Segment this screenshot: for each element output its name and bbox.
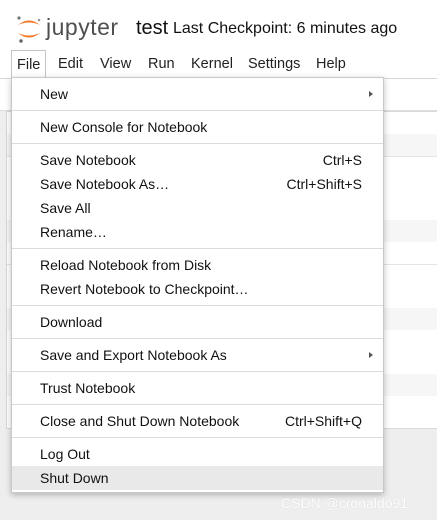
menu-separator xyxy=(12,404,383,405)
menu-item-download[interactable]: Download xyxy=(12,310,383,334)
menu-separator xyxy=(12,305,383,306)
menu-item-label: Save Notebook xyxy=(40,152,136,168)
menu-item-save-notebook[interactable]: Save Notebook Ctrl+S xyxy=(12,148,383,172)
file-menu-dropdown: New New Console for Notebook Save Notebo… xyxy=(11,77,384,493)
menu-separator xyxy=(12,437,383,438)
menu-view[interactable]: View xyxy=(95,50,136,78)
menu-item-shortcut: Ctrl+S xyxy=(322,152,362,168)
menu-item-label: Reload Notebook from Disk xyxy=(40,257,212,273)
menu-item-label: Shut Down xyxy=(40,470,109,486)
menu-item-revert-to-checkpoint[interactable]: Revert Notebook to Checkpoint… xyxy=(12,277,383,301)
menu-item-shut-down[interactable]: Shut Down xyxy=(12,466,383,490)
menu-item-label: Save Notebook As… xyxy=(40,176,170,192)
menu-settings[interactable]: Settings xyxy=(243,50,305,78)
menu-item-shortcut: Ctrl+Shift+Q xyxy=(284,413,362,429)
menu-item-label: Log Out xyxy=(40,446,90,462)
watermark-text: CSDN @cronaldo91 xyxy=(281,495,409,511)
menu-item-save-notebook-as[interactable]: Save Notebook As… Ctrl+Shift+S xyxy=(12,172,383,196)
menu-item-label: Revert Notebook to Checkpoint… xyxy=(40,281,249,297)
menu-item-label: New Console for Notebook xyxy=(40,119,208,135)
menu-item-label: Save and Export Notebook As xyxy=(40,347,227,363)
menu-item-label: Rename… xyxy=(40,224,107,240)
menu-item-reload-from-disk[interactable]: Reload Notebook from Disk xyxy=(12,253,383,277)
menu-item-save-and-export[interactable]: Save and Export Notebook As xyxy=(12,343,383,367)
menu-item-new-console[interactable]: New Console for Notebook xyxy=(12,115,383,139)
menu-item-rename[interactable]: Rename… xyxy=(12,220,383,244)
top-header: jupyter test Last Checkpoint: 6 minutes … xyxy=(0,0,437,50)
submenu-arrow-icon xyxy=(369,91,373,97)
jupyter-brand-text: jupyter xyxy=(46,14,119,40)
menu-item-save-all[interactable]: Save All xyxy=(12,196,383,220)
menu-bar: File Edit View Run Kernel Settings Help xyxy=(0,50,437,79)
menu-item-trust-notebook[interactable]: Trust Notebook xyxy=(12,376,383,400)
menu-item-shortcut: Ctrl+Shift+S xyxy=(286,176,362,192)
last-checkpoint-status: Last Checkpoint: 6 minutes ago xyxy=(173,20,398,37)
menu-item-label: New xyxy=(40,86,69,102)
menu-separator xyxy=(12,248,383,249)
menu-separator xyxy=(12,143,383,144)
menu-separator xyxy=(12,110,383,111)
menu-separator xyxy=(12,371,383,372)
menu-item-label: Trust Notebook xyxy=(40,380,136,396)
menu-item-new[interactable]: New xyxy=(12,82,383,106)
menu-edit[interactable]: Edit xyxy=(53,50,88,78)
menu-item-label: Close and Shut Down Notebook xyxy=(40,413,240,429)
menu-item-close-and-shutdown[interactable]: Close and Shut Down Notebook Ctrl+Shift+… xyxy=(12,409,383,433)
menu-item-log-out[interactable]: Log Out xyxy=(12,442,383,466)
notebook-name[interactable]: test xyxy=(136,17,168,40)
jupyter-logo-icon[interactable] xyxy=(15,14,43,44)
menu-help[interactable]: Help xyxy=(311,50,351,78)
submenu-arrow-icon xyxy=(369,352,373,358)
menu-item-label: Download xyxy=(40,314,103,330)
menu-file[interactable]: File xyxy=(11,50,47,79)
menu-kernel[interactable]: Kernel xyxy=(186,50,238,78)
menu-item-label: Save All xyxy=(40,200,91,216)
menu-run[interactable]: Run xyxy=(143,50,180,78)
menu-separator xyxy=(12,338,383,339)
